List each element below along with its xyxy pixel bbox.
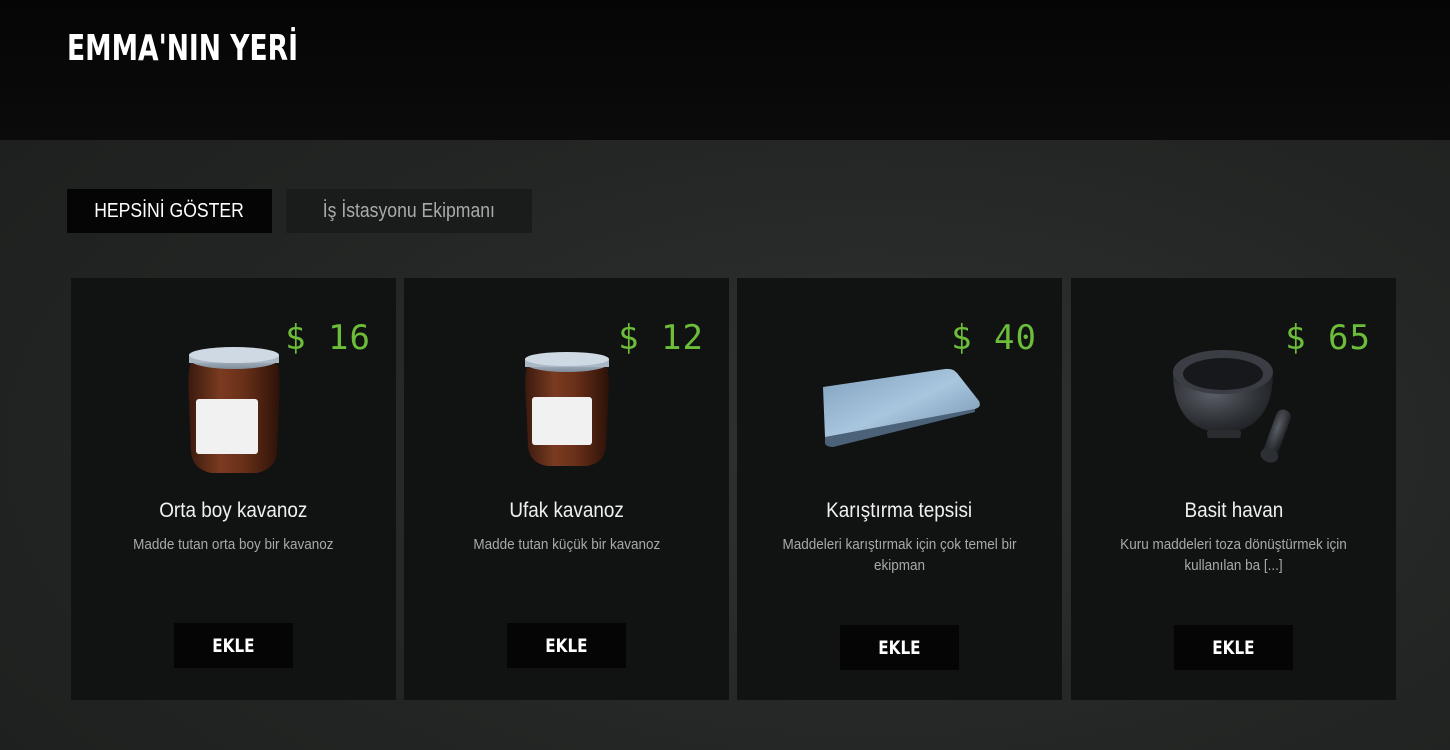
header-bar: EMMA'NIN YERİ <box>0 0 1450 140</box>
product-card-medium-jar: $ 16 Orta boy kavanoz Madde tutan orta b… <box>71 278 396 700</box>
product-card-simple-mortar: $ 65 Basit havan Kuru maddeleri toza dön… <box>1071 278 1396 700</box>
product-name: Orta boy kavanoz <box>159 499 308 522</box>
product-name: Ufak kavanoz <box>509 499 624 522</box>
product-name: Basit havan <box>1184 499 1283 522</box>
filter-tabs: HEPSİNİ GÖSTER İş İstasyonu Ekipmanı <box>67 189 532 233</box>
add-button[interactable]: EKLE <box>174 623 293 668</box>
mixing-tray-icon <box>737 338 1062 478</box>
tab-show-all[interactable]: HEPSİNİ GÖSTER <box>67 189 272 233</box>
page-title: EMMA'NIN YERİ <box>67 28 298 69</box>
product-description: Madde tutan küçük bir kavanoz <box>473 536 660 553</box>
product-card-mixing-tray: $ 40 Karıştırma tepsisi Maddeleri karışt… <box>737 278 1062 700</box>
tab-label: HEPSİNİ GÖSTER <box>94 199 245 222</box>
mortar-pestle-icon <box>1071 338 1396 478</box>
product-description: Kuru maddeleri toza dönüştürmek için kul… <box>1120 536 1347 574</box>
product-description: Maddeleri karıştırmak için çok temel bir… <box>782 536 1017 574</box>
tab-workstation-equipment[interactable]: İş İstasyonu Ekipmanı <box>286 189 532 233</box>
small-jar-icon <box>404 338 729 478</box>
product-card-small-jar: $ 12 Ufak kavanoz Madde tutan küçük bir … <box>404 278 729 700</box>
add-button[interactable]: EKLE <box>507 623 626 668</box>
tab-label: İş İstasyonu Ekipmanı <box>322 199 496 222</box>
add-button[interactable]: EKLE <box>1174 625 1293 670</box>
add-button[interactable]: EKLE <box>840 625 959 670</box>
medium-jar-icon <box>71 338 396 478</box>
product-name: Karıştırma tepsisi <box>826 499 973 522</box>
product-description: Madde tutan orta boy bir kavanoz <box>133 536 334 553</box>
